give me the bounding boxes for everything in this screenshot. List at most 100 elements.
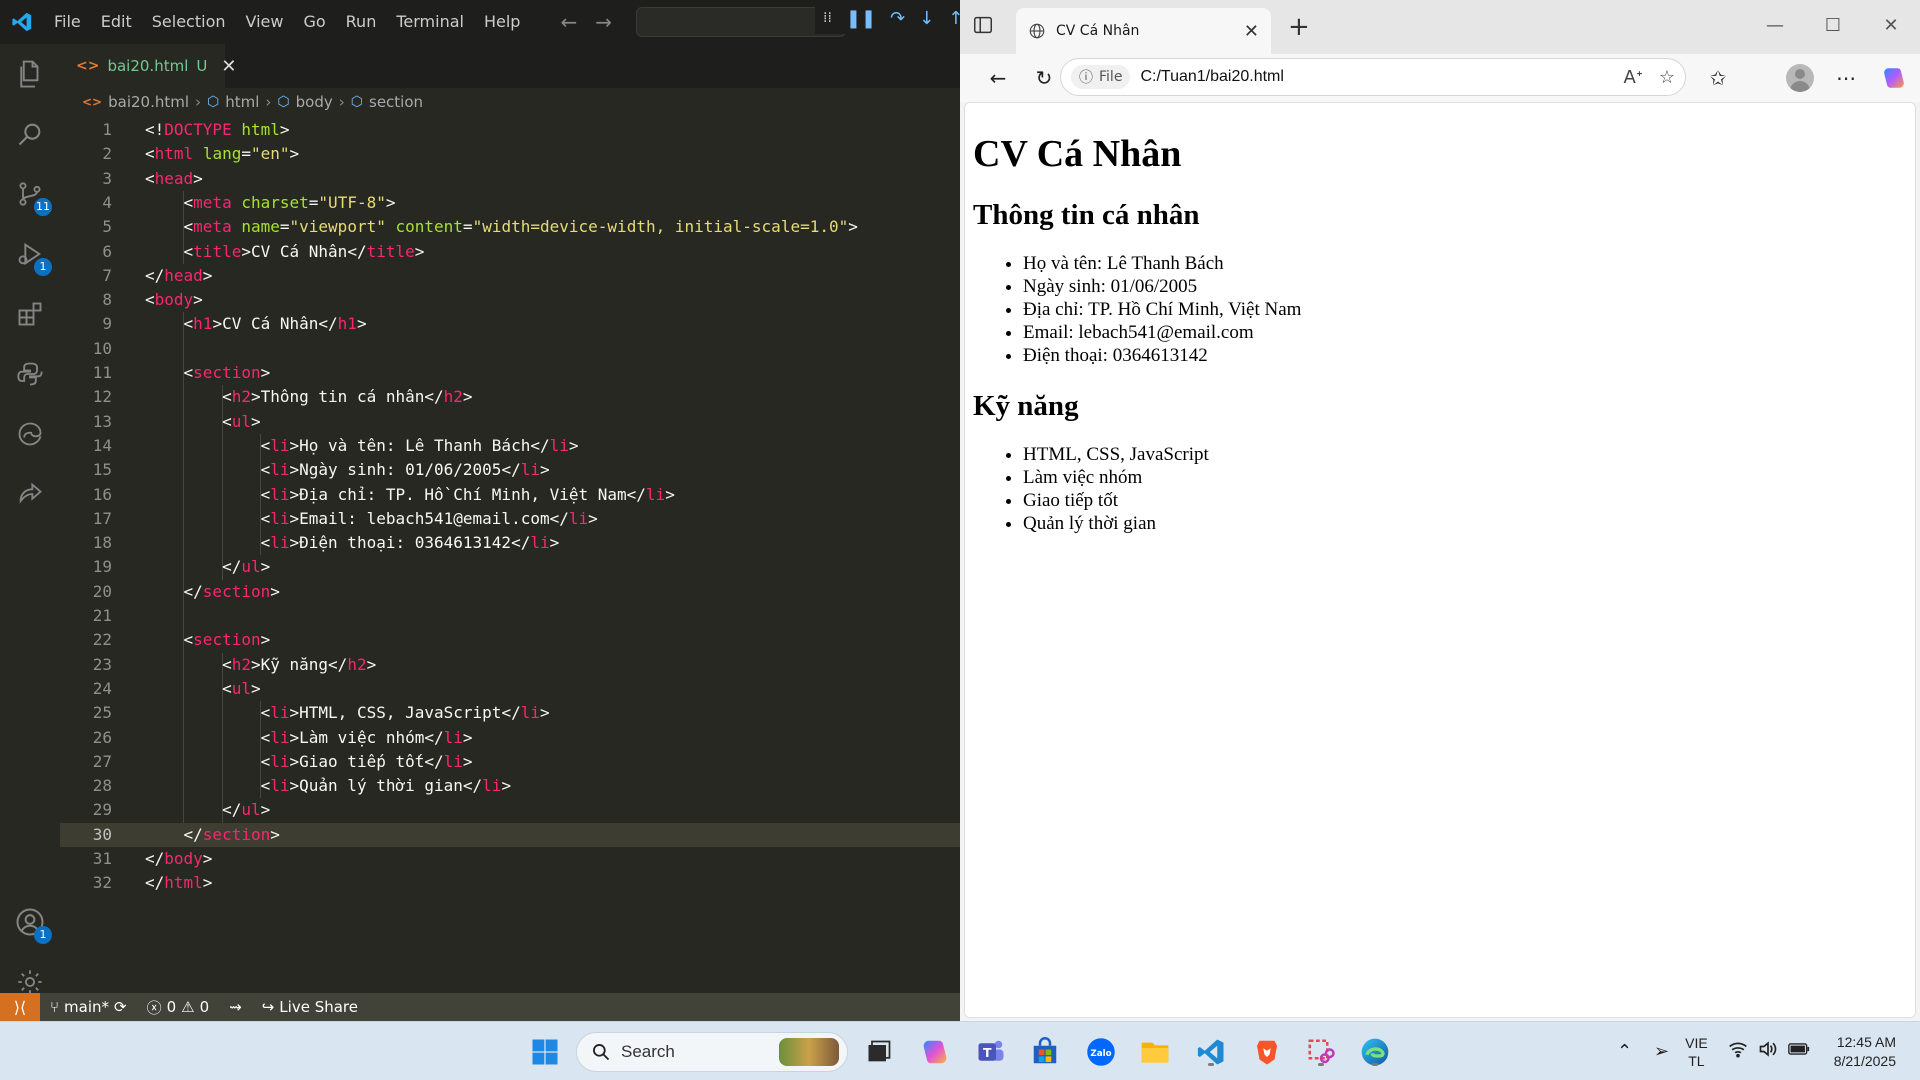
back-arrow-icon[interactable]: ← bbox=[982, 62, 1014, 94]
zalo-icon[interactable]: Zalo bbox=[1084, 1035, 1118, 1069]
code-line[interactable]: 5 <meta name="viewport" content="width=d… bbox=[60, 215, 960, 239]
close-icon[interactable]: ✕ bbox=[1244, 21, 1259, 42]
extensions-icon[interactable] bbox=[12, 296, 48, 332]
python-icon[interactable] bbox=[12, 356, 48, 392]
source-control-icon[interactable]: 11 bbox=[12, 176, 52, 216]
more-menu-icon[interactable]: ⋯ bbox=[1830, 62, 1862, 94]
battery-icon[interactable] bbox=[1787, 1042, 1810, 1061]
sync-icon[interactable]: ⟳ bbox=[114, 998, 127, 1016]
input-language[interactable]: VIE TL bbox=[1685, 1034, 1708, 1070]
code-line[interactable]: 27 <li>Giao tiếp tốt</li> bbox=[60, 750, 960, 774]
code-line[interactable]: 8 <body> bbox=[60, 288, 960, 312]
address-bar[interactable]: ⓘ File C:/Tuan1/bai20.html Aᐩ ☆ bbox=[1060, 58, 1686, 96]
favorite-star-icon[interactable]: ☆ bbox=[1659, 67, 1675, 88]
breadcrumb-body[interactable]: body bbox=[296, 93, 333, 111]
code-line[interactable]: 18 <li>Điện thoại: 0364613142</li> bbox=[60, 531, 960, 555]
debug-status[interactable]: ⇝ bbox=[219, 998, 252, 1016]
menu-terminal[interactable]: Terminal bbox=[386, 0, 474, 44]
code-line[interactable]: 1 <!DOCTYPE html> bbox=[60, 118, 960, 142]
code-line[interactable]: 9 <h1>CV Cá Nhân</h1> bbox=[60, 312, 960, 336]
url-text[interactable]: C:/Tuan1/bai20.html bbox=[1140, 68, 1283, 86]
accounts-icon[interactable]: 1 bbox=[12, 904, 52, 944]
menu-help[interactable]: Help bbox=[474, 0, 530, 44]
code-line[interactable]: 3 <head> bbox=[60, 167, 960, 191]
code-line[interactable]: 22 <section> bbox=[60, 628, 960, 652]
volume-icon[interactable] bbox=[1758, 1040, 1778, 1063]
favorites-icon[interactable]: ✩ bbox=[1702, 62, 1734, 94]
refresh-icon[interactable]: ↻ bbox=[1028, 62, 1060, 94]
step-into-icon[interactable]: ↓ bbox=[919, 8, 934, 29]
profile-avatar[interactable] bbox=[1786, 64, 1814, 92]
code-line[interactable]: 11 <section> bbox=[60, 361, 960, 385]
code-line[interactable]: 28 <li>Quản lý thời gian</li> bbox=[60, 774, 960, 798]
code-line[interactable]: 19 </ul> bbox=[60, 555, 960, 579]
snipping-tool-icon[interactable] bbox=[1304, 1035, 1338, 1069]
code-line[interactable]: 7 </head> bbox=[60, 264, 960, 288]
copilot-icon[interactable] bbox=[918, 1035, 952, 1069]
live-share-icon[interactable] bbox=[12, 476, 48, 512]
problems-status[interactable]: ⓧ 0 ⚠ 0 bbox=[137, 997, 220, 1018]
code-line[interactable]: 26 <li>Làm việc nhóm</li> bbox=[60, 726, 960, 750]
code-line[interactable]: 30 </section> bbox=[60, 822, 960, 847]
minimize-icon[interactable]: — bbox=[1746, 0, 1804, 50]
menu-view[interactable]: View bbox=[236, 0, 294, 44]
clock[interactable]: 12:45 AM 8/21/2025 bbox=[1834, 1033, 1896, 1071]
code-line[interactable]: 25 <li>HTML, CSS, JavaScript</li> bbox=[60, 701, 960, 725]
code-line[interactable]: 10 bbox=[60, 337, 960, 361]
close-window-icon[interactable]: ✕ bbox=[1862, 0, 1920, 50]
code-line[interactable]: 15 <li>Ngày sinh: 01/06/2005</li> bbox=[60, 458, 960, 482]
run-debug-icon[interactable]: 1 bbox=[12, 236, 52, 276]
code-line[interactable]: 29 </ul> bbox=[60, 798, 960, 822]
pause-icon[interactable]: ❚❚ bbox=[846, 8, 876, 29]
forward-arrow-icon[interactable]: → bbox=[595, 10, 612, 34]
edge-taskbar-icon[interactable] bbox=[1358, 1035, 1392, 1069]
vscode-taskbar-icon[interactable] bbox=[1194, 1035, 1228, 1069]
tab-actions-icon[interactable] bbox=[972, 14, 998, 40]
code-line[interactable]: 14 <li>Họ và tên: Lê Thanh Bách</li> bbox=[60, 434, 960, 458]
menu-run[interactable]: Run bbox=[336, 0, 387, 44]
live-share-status[interactable]: ↪ Live Share bbox=[252, 998, 368, 1016]
new-tab-plus-icon[interactable]: + bbox=[1288, 14, 1310, 40]
file-explorer-icon[interactable] bbox=[1138, 1035, 1172, 1069]
search-icon[interactable] bbox=[12, 116, 48, 152]
menu-edit[interactable]: Edit bbox=[91, 0, 142, 44]
vscode-logo-icon[interactable] bbox=[0, 0, 44, 44]
teams-icon[interactable]: T bbox=[974, 1035, 1008, 1069]
branch-status[interactable]: ⑂ main* ⟳ bbox=[40, 998, 137, 1016]
remote-indicator-icon[interactable]: ⟩⟨ bbox=[0, 993, 40, 1021]
menu-go[interactable]: Go bbox=[293, 0, 335, 44]
breadcrumb-file[interactable]: bai20.html bbox=[108, 93, 189, 111]
close-icon[interactable]: ✕ bbox=[221, 56, 236, 77]
browser-tab[interactable]: CV Cá Nhân ✕ bbox=[1016, 8, 1271, 54]
menu-selection[interactable]: Selection bbox=[142, 0, 236, 44]
edge-devtools-icon[interactable] bbox=[12, 416, 48, 452]
breadcrumb-html[interactable]: html bbox=[225, 93, 259, 111]
copilot-icon[interactable] bbox=[1878, 62, 1910, 94]
wifi-icon[interactable] bbox=[1728, 1040, 1748, 1063]
step-over-icon[interactable]: ↷ bbox=[890, 8, 905, 29]
breadcrumb-section[interactable]: section bbox=[369, 93, 423, 111]
maximize-icon[interactable]: ☐ bbox=[1804, 0, 1862, 50]
menu-file[interactable]: File bbox=[44, 0, 91, 44]
code-line[interactable]: 13 <ul> bbox=[60, 410, 960, 434]
back-arrow-icon[interactable]: ← bbox=[560, 10, 577, 34]
code-line[interactable]: 23 <h2>Kỹ năng</h2> bbox=[60, 653, 960, 677]
chevron-up-icon[interactable]: ⌃ bbox=[1617, 1041, 1632, 1062]
tab-bai20-html[interactable]: <> bai20.html U ✕ bbox=[60, 44, 236, 88]
code-line[interactable]: 17 <li>Email: lebach541@email.com</li> bbox=[60, 507, 960, 531]
location-arrow-icon[interactable]: ➢ bbox=[1654, 1041, 1669, 1062]
code-line[interactable]: 21 bbox=[60, 604, 960, 628]
explorer-icon[interactable] bbox=[12, 56, 48, 92]
start-icon[interactable] bbox=[528, 1035, 562, 1069]
code-line[interactable]: 24 <ul> bbox=[60, 677, 960, 701]
store-icon[interactable] bbox=[1028, 1035, 1062, 1069]
code-line[interactable]: 6 <title>CV Cá Nhân</title> bbox=[60, 240, 960, 264]
code-line[interactable]: 31 </body> bbox=[60, 847, 960, 871]
code-line[interactable]: 4 <meta charset="UTF-8"> bbox=[60, 191, 960, 215]
brave-icon[interactable] bbox=[1250, 1035, 1284, 1069]
code-line[interactable]: 32 </html> bbox=[60, 871, 960, 895]
drag-handle-icon[interactable]: ⁞⁞ bbox=[823, 10, 832, 26]
read-aloud-icon[interactable]: Aᐩ bbox=[1624, 67, 1643, 88]
code-line[interactable]: 2 <html lang="en"> bbox=[60, 142, 960, 166]
site-info-button[interactable]: ⓘ File bbox=[1071, 65, 1131, 89]
